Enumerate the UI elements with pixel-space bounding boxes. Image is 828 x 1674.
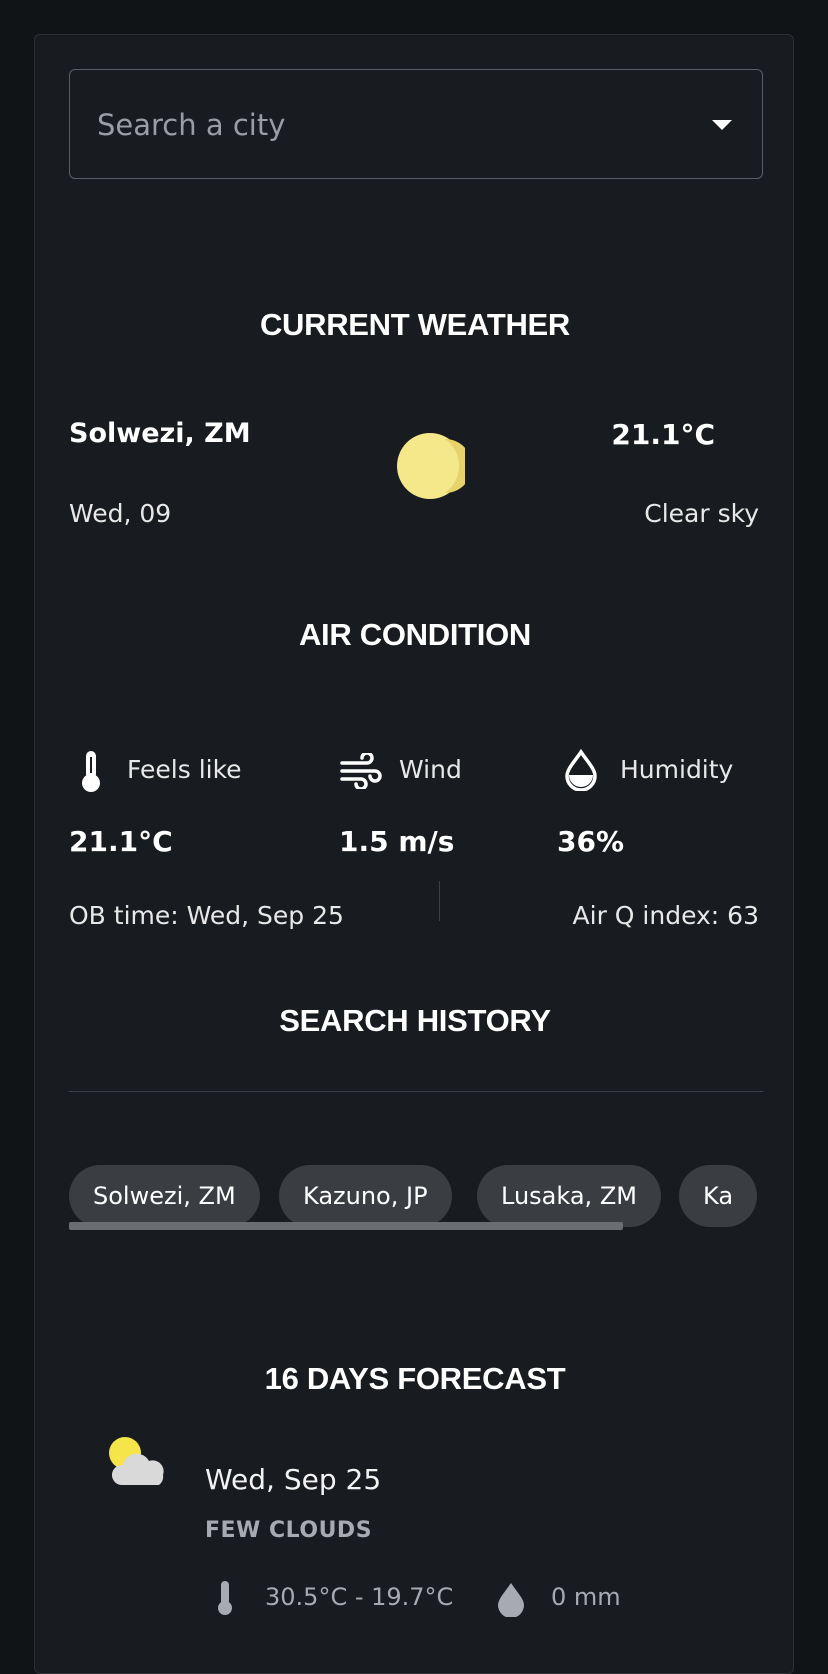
forecast-description: FEW CLOUDS	[205, 1518, 373, 1543]
rain-drop-icon	[495, 1581, 527, 1621]
chevron-down-icon[interactable]	[712, 120, 732, 130]
forecast-date: Wed, Sep 25	[205, 1463, 382, 1496]
humidity-value: 36%	[557, 825, 625, 858]
thermometer-icon	[79, 749, 103, 797]
forecast-title: 16 DAYS FORECAST	[264, 1361, 566, 1396]
few-clouds-icon	[107, 1435, 173, 1495]
air-condition-title: AIR CONDITION	[298, 617, 532, 652]
forecast-rain: 0 mm	[551, 1583, 621, 1611]
current-weather-title: CURRENT WEATHER	[259, 307, 571, 342]
wind-label: Wind	[399, 755, 462, 784]
search-history-title: SEARCH HISTORY	[279, 1003, 551, 1038]
history-chip[interactable]: Lusaka, ZM	[477, 1165, 661, 1227]
divider	[69, 1091, 763, 1092]
history-chip[interactable]: Solwezi, ZM	[69, 1165, 260, 1227]
thermometer-icon	[215, 1579, 235, 1621]
feels-like-label: Feels like	[127, 755, 242, 784]
search-placeholder: Search a city	[97, 108, 286, 142]
observation-time: OB time: Wed, Sep 25	[69, 901, 344, 930]
history-chip[interactable]: Kazuno, JP	[279, 1165, 452, 1227]
wind-value: 1.5 m/s	[339, 825, 455, 858]
current-temperature: 21.1°C	[611, 418, 715, 451]
wind-icon	[339, 751, 383, 793]
city-search-dropdown[interactable]: Search a city	[69, 69, 763, 179]
current-description: Clear sky	[644, 499, 759, 528]
forecast-temp-range: 30.5°C - 19.7°C	[265, 1583, 454, 1611]
history-chip[interactable]: Ka	[679, 1165, 758, 1227]
moon-icon	[395, 431, 472, 505]
feels-like-value: 21.1°C	[69, 825, 173, 858]
current-date: Wed, 09	[69, 499, 172, 528]
history-scrollbar[interactable]	[69, 1222, 623, 1230]
current-city: Solwezi, ZM	[69, 418, 251, 449]
search-history-list[interactable]: Solwezi, ZM Kazuno, JP Lusaka, ZM Ka	[69, 1165, 763, 1229]
humidity-drop-icon	[563, 748, 599, 795]
weather-card: Search a city CURRENT WEATHER Solwezi, Z…	[34, 34, 794, 1674]
divider	[439, 881, 440, 921]
humidity-label: Humidity	[620, 755, 734, 784]
air-quality-index: Air Q index: 63	[572, 901, 759, 930]
